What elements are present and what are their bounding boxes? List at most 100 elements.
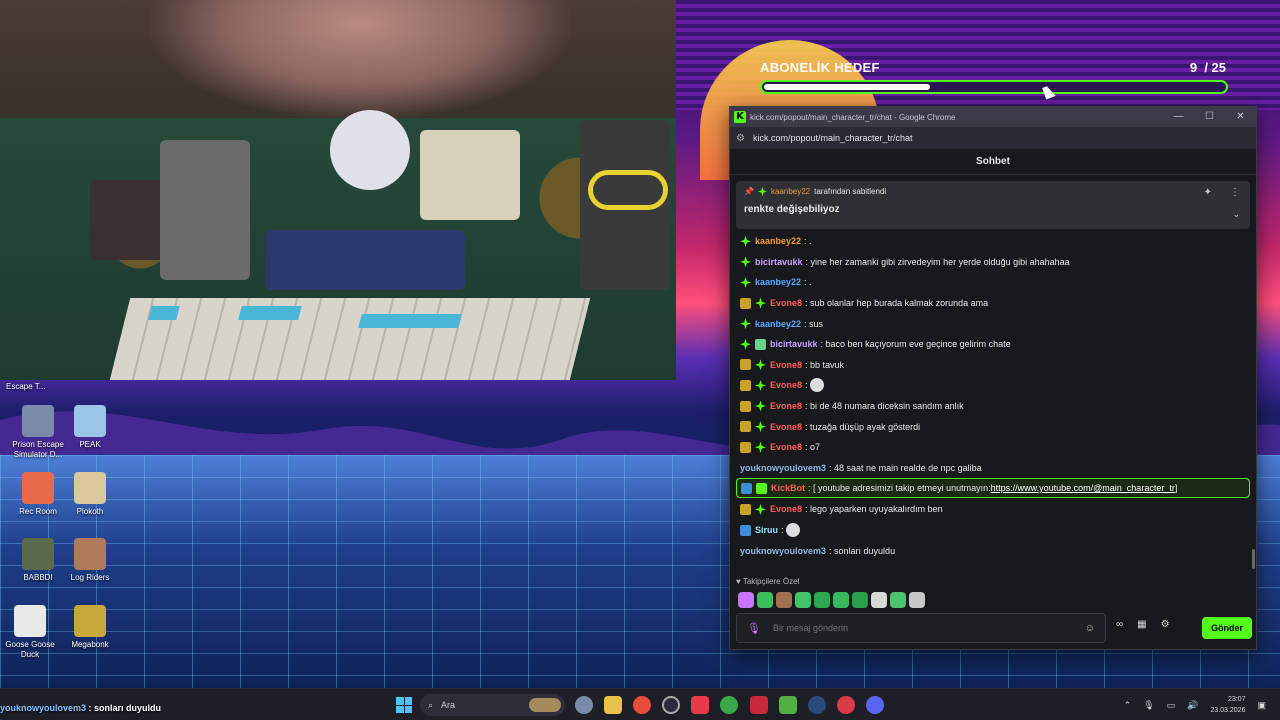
taskbar-search[interactable]: ⌕ Ara <box>420 694 565 716</box>
emote-button[interactable] <box>738 592 754 608</box>
chat-username[interactable]: Evone8 <box>770 422 802 432</box>
opera-app-icon[interactable] <box>691 696 709 714</box>
chat-username[interactable]: Evone8 <box>770 360 802 370</box>
unpin-icon[interactable]: ✦ <box>1204 187 1212 198</box>
chat-link[interactable]: https://www.youtube.com/@main_character_… <box>991 483 1175 493</box>
chat-username[interactable]: Evone8 <box>770 298 802 308</box>
notifications-icon[interactable]: ▣ <box>1257 700 1266 711</box>
chat-username[interactable]: bicirtavukk <box>755 257 803 267</box>
network-icon[interactable]: ▭ <box>1167 700 1176 711</box>
window-titlebar[interactable]: K kick.com/popout/main_character_tr/chat… <box>730 107 1256 127</box>
volume-icon[interactable]: 🔊 <box>1187 700 1198 711</box>
webcam-feed <box>0 0 676 380</box>
microphone-tray-icon[interactable]: 🎙 <box>1143 700 1154 711</box>
chat-username[interactable]: Evone8 <box>770 380 802 390</box>
chat-message[interactable]: Evone8: <box>736 375 1250 396</box>
emoji-picker-icon[interactable]: ☺ <box>1085 623 1095 634</box>
send-button[interactable]: Gönder <box>1202 617 1252 639</box>
points-icon[interactable]: ∞ <box>1116 619 1123 630</box>
emote-button[interactable] <box>871 592 887 608</box>
emote-button[interactable] <box>833 592 849 608</box>
chrome-app-icon[interactable] <box>633 696 651 714</box>
settings-app-icon[interactable] <box>575 696 593 714</box>
chat-username[interactable]: youknowyoulovem3 <box>740 546 826 556</box>
subscription-goal: ABONELİK HEDEF 9 / 25 <box>760 60 1228 94</box>
desktop-icon[interactable]: Plokoth <box>60 472 120 517</box>
chat-message[interactable]: kaanbey22: . <box>736 272 1250 293</box>
emote-button[interactable] <box>814 592 830 608</box>
emote-button[interactable] <box>852 592 868 608</box>
chat-message-list[interactable]: kaanbey22: . bicirtavukk: yine her zamank… <box>730 231 1256 569</box>
chat-message[interactable]: bicirtavukk: baco ben kaçıyorum eve geçi… <box>736 334 1250 355</box>
chevron-down-icon[interactable]: ⌄ <box>1232 209 1240 220</box>
chat-username[interactable]: kaanbey22 <box>755 277 801 287</box>
chat-input-container[interactable]: 🎙 ☺ <box>736 613 1106 643</box>
desktop-icon-label: Megabonk <box>71 640 109 649</box>
red-browser-icon[interactable] <box>837 696 855 714</box>
emote-button[interactable] <box>909 592 925 608</box>
chat-username[interactable]: KickBot <box>771 483 805 493</box>
chat-message[interactable]: Evone8: bb tavuk <box>736 355 1250 376</box>
chat-username[interactable]: Evone8 <box>770 442 802 452</box>
emote-button[interactable] <box>757 592 773 608</box>
chat-message[interactable]: youknowyoulovem3: sonları duyuldu <box>736 540 1250 561</box>
keyboard <box>109 298 591 380</box>
file-explorer-icon[interactable] <box>604 696 622 714</box>
obs-app-icon[interactable] <box>662 696 680 714</box>
chat-username[interactable]: kaanbey22 <box>755 236 801 246</box>
settings-gear-icon[interactable]: ⚙ <box>1161 619 1170 630</box>
chat-username[interactable]: Evone8 <box>770 504 802 514</box>
pinned-message[interactable]: 📌 kaanbey22 tarafından sabitlendi renkte… <box>736 181 1250 229</box>
xbox-app-icon[interactable] <box>720 696 738 714</box>
chat-message[interactable]: Evone8: tuzağa düşüp ayak gösterdi <box>736 416 1250 437</box>
chat-message[interactable]: youknowyoulovem3: 48 saat ne main realde… <box>736 458 1250 479</box>
desktop-icon[interactable]: Megabonk <box>60 605 120 650</box>
chat-message-input[interactable] <box>772 623 1085 633</box>
clock[interactable]: 23:07 23.03.2026 <box>1210 694 1245 716</box>
chat-username[interactable]: youknowyoulovem3 <box>740 463 826 473</box>
emote-button[interactable] <box>776 592 792 608</box>
app-icon <box>74 405 106 437</box>
site-settings-icon[interactable]: ⚙ <box>736 133 745 144</box>
pinned-by-user[interactable]: kaanbey22 <box>771 187 810 196</box>
xbox-game-bar-icon[interactable] <box>779 696 797 714</box>
chat-username[interactable]: kaanbey22 <box>755 319 801 329</box>
more-options-icon[interactable]: ⋮ <box>1230 187 1240 198</box>
chat-header-title: Sohbet <box>730 149 1256 175</box>
goal-current: 9 <box>1189 60 1198 75</box>
chat-message[interactable]: kaanbey22: . <box>736 231 1250 252</box>
desktop-icon[interactable]: PEAK <box>60 405 120 450</box>
chat-message[interactable]: Evone8: o7 <box>736 437 1250 458</box>
chat-message[interactable]: Evone8: lego yaparken uyuyakalırdım ben <box>736 499 1250 520</box>
desktop-icon[interactable]: Goose Goose Duck <box>0 605 60 660</box>
close-button[interactable]: ✕ <box>1225 107 1256 127</box>
desktop-icon-label-partial[interactable]: Escape T... <box>6 382 45 391</box>
gift-icon[interactable]: ▦ <box>1137 619 1146 630</box>
chat-message[interactable]: Siruu: <box>736 520 1250 541</box>
microphone-icon[interactable]: 🎙 <box>747 622 761 635</box>
emote-button[interactable] <box>890 592 906 608</box>
minimize-button[interactable]: — <box>1163 107 1194 127</box>
maximize-button[interactable]: ☐ <box>1194 107 1225 127</box>
chat-username[interactable]: Siruu <box>755 525 778 535</box>
emote-button[interactable] <box>795 592 811 608</box>
desktop-icon[interactable]: Rec Room <box>8 472 68 517</box>
red-app-icon[interactable] <box>750 696 768 714</box>
desktop-icon[interactable]: BABBDI <box>8 538 68 583</box>
chat-username[interactable]: Evone8 <box>770 401 802 411</box>
steam-app-icon[interactable] <box>808 696 826 714</box>
chat-message[interactable]: bicirtavukk: yine her zamanki gibi zirve… <box>736 252 1250 273</box>
chevron-up-icon[interactable]: ⌃ <box>1124 700 1132 711</box>
chat-scrollbar[interactable] <box>1252 549 1255 569</box>
chat-message[interactable]: Evone8: bi de 48 numara diceksin sandım … <box>736 396 1250 417</box>
chat-message[interactable]: Evone8: sub olanlar hep burada kalmak zo… <box>736 293 1250 314</box>
discord-app-icon[interactable] <box>866 696 884 714</box>
chat-message[interactable]: KickBot: [ youtube adresimizi takip etme… <box>736 478 1250 499</box>
lego-robot <box>330 110 410 190</box>
desktop-icon[interactable]: Prison Escape Simulator D... <box>8 405 68 460</box>
address-bar[interactable]: ⚙ kick.com/popout/main_character_tr/chat <box>730 127 1256 149</box>
start-button-icon[interactable] <box>396 697 412 713</box>
desktop-icon[interactable]: Log Riders <box>60 538 120 583</box>
chat-username[interactable]: bicirtavukk <box>770 339 818 349</box>
chat-message[interactable]: kaanbey22: sus <box>736 313 1250 334</box>
